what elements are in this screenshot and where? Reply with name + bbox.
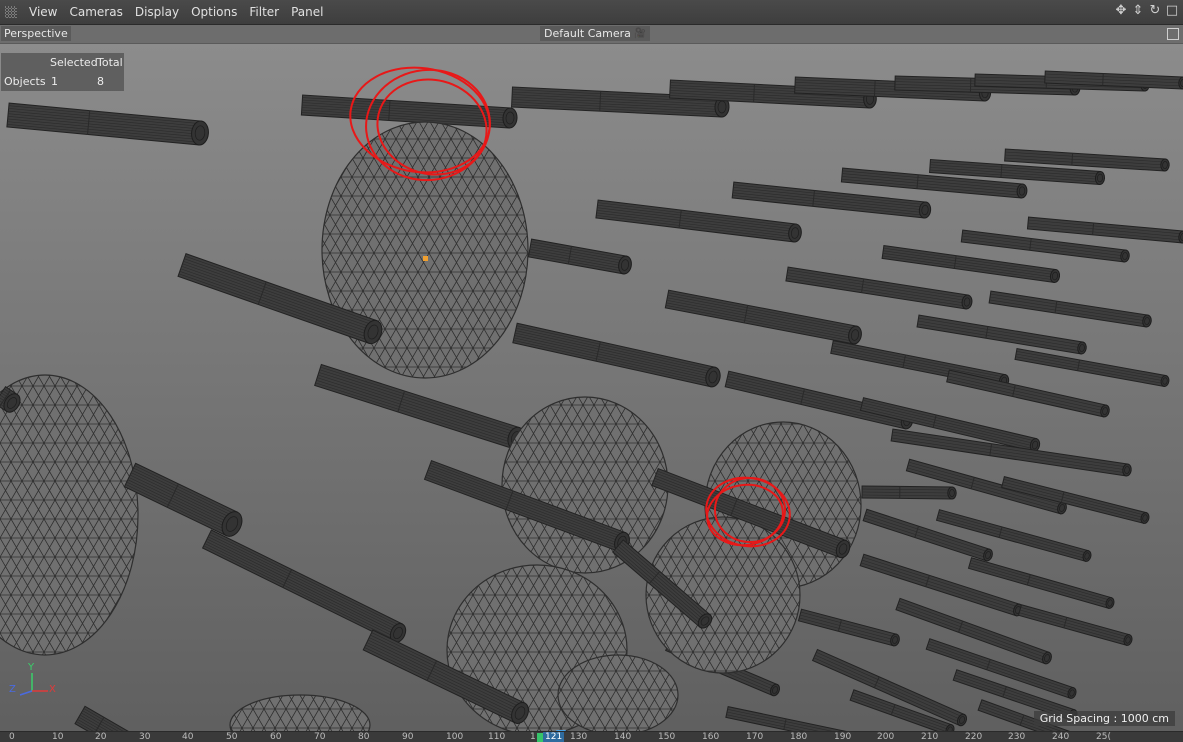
menu-view[interactable]: View bbox=[23, 0, 63, 24]
cylinder-tube bbox=[917, 315, 1087, 355]
cylinder-tube bbox=[596, 200, 802, 243]
cylinder-tube bbox=[1015, 349, 1170, 388]
cylinder-tube bbox=[7, 103, 210, 146]
cylinder-tube bbox=[989, 291, 1152, 327]
3d-viewport[interactable]: Y X Z Perspective Default Camera 🎥 Selec… bbox=[0, 25, 1183, 741]
camera-name: Default Camera bbox=[544, 27, 631, 40]
maximize-icon[interactable] bbox=[1167, 28, 1179, 40]
geodesic-sphere bbox=[322, 122, 528, 378]
viewport-name[interactable]: Perspective bbox=[1, 26, 71, 41]
panel-grip-icon[interactable] bbox=[5, 6, 17, 18]
cylinder-tube bbox=[665, 290, 863, 345]
menu-panel[interactable]: Panel bbox=[285, 0, 329, 24]
axis-x-label: X bbox=[49, 684, 56, 695]
cylinder-tube bbox=[1019, 605, 1134, 647]
axis-z-label: Z bbox=[9, 684, 16, 695]
hud-object-info: Selected Total Objects 1 8 bbox=[1, 53, 124, 91]
viewport-header: Perspective Default Camera 🎥 bbox=[0, 25, 1183, 44]
cylinder-tube bbox=[813, 650, 969, 728]
cylinder-tube bbox=[937, 510, 1093, 563]
camera-selector[interactable]: Default Camera 🎥 bbox=[540, 26, 650, 41]
cylinder-tube bbox=[1027, 217, 1183, 243]
cylinder-tube bbox=[860, 554, 1024, 617]
cylinder-tube bbox=[528, 239, 632, 275]
hud-selected-header: Selected bbox=[50, 56, 98, 69]
toggle-view-icon[interactable]: □ bbox=[1165, 4, 1179, 18]
rotate-view-icon[interactable]: ↻ bbox=[1148, 4, 1162, 18]
camera-icon: 🎥 bbox=[634, 28, 646, 39]
menu-cameras[interactable]: Cameras bbox=[63, 0, 128, 24]
cylinder-tube bbox=[798, 609, 900, 647]
cylinder-tube bbox=[863, 509, 994, 562]
geodesic-sphere bbox=[502, 397, 668, 573]
hud-objects-label: Objects bbox=[4, 75, 46, 88]
timeline[interactable]: 121 010203040506070809010011011301401501… bbox=[0, 731, 1183, 742]
scene-canvas[interactable] bbox=[0, 25, 1183, 741]
cylinder-tube bbox=[725, 371, 914, 430]
axis-y-label: Y bbox=[28, 662, 34, 673]
cylinder-tube bbox=[786, 267, 973, 310]
dolly-view-icon[interactable]: ⇕ bbox=[1131, 4, 1145, 18]
menu-display[interactable]: Display bbox=[129, 0, 185, 24]
cylinder-tube bbox=[203, 530, 409, 645]
menu-bar: View Cameras Display Options Filter Pane… bbox=[0, 0, 1183, 25]
menu-options[interactable]: Options bbox=[185, 0, 243, 24]
hud-selected-value: 1 bbox=[51, 75, 58, 88]
cylinder-tube bbox=[947, 370, 1111, 418]
viewport-nav-icons: ✥ ⇕ ↻ □ bbox=[1114, 4, 1179, 18]
axis-gizmo bbox=[20, 673, 48, 695]
menu-filter[interactable]: Filter bbox=[243, 0, 285, 24]
move-view-icon[interactable]: ✥ bbox=[1114, 4, 1128, 18]
selection-dot bbox=[423, 256, 428, 261]
cylinder-tube bbox=[862, 486, 956, 499]
hud-total-value: 8 bbox=[97, 75, 104, 88]
grid-spacing-label: Grid Spacing : 1000 cm bbox=[1034, 711, 1175, 726]
hud-total-header: Total bbox=[97, 56, 123, 69]
geodesic-sphere bbox=[558, 655, 678, 735]
cylinder-tube bbox=[513, 323, 722, 388]
geodesic-sphere bbox=[0, 375, 138, 655]
cylinder-tube bbox=[124, 463, 245, 539]
